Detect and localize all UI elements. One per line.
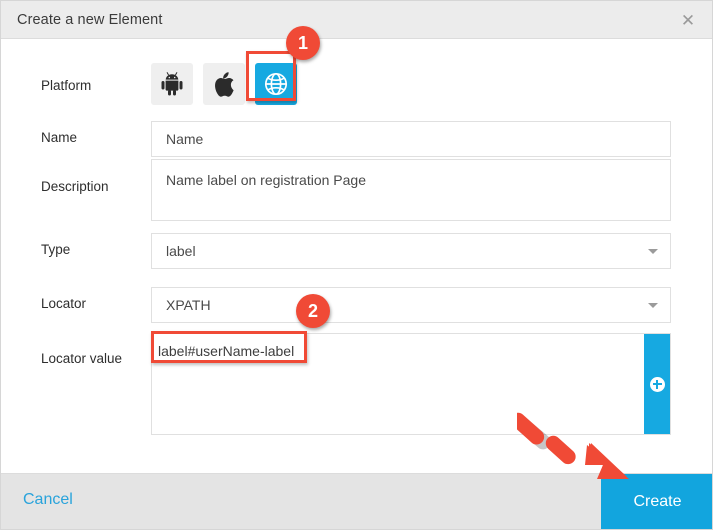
locator-select-value: XPATH	[166, 297, 211, 313]
platform-option-android[interactable]	[151, 63, 193, 105]
annotation-badge-2: 2	[296, 294, 330, 328]
dialog-title: Create a new Element	[17, 12, 162, 28]
type-select[interactable]: label	[151, 233, 671, 269]
description-label: Description	[41, 179, 109, 194]
form-row-platform: Platform	[1, 63, 713, 109]
platform-option-ios[interactable]	[203, 63, 245, 105]
locator-value-label: Locator value	[41, 351, 122, 366]
add-locator-button[interactable]	[644, 334, 670, 434]
locator-label: Locator	[41, 296, 86, 311]
close-icon[interactable]: ✕	[676, 9, 700, 33]
platform-label: Platform	[41, 78, 91, 93]
dashed-arrow-icon	[517, 405, 647, 490]
description-input[interactable]: Name label on registration Page	[151, 159, 671, 221]
chevron-down-icon	[648, 249, 658, 254]
create-element-dialog: Create a new Element ✕ Platform	[0, 0, 713, 530]
dialog-header: Create a new Element ✕	[1, 1, 713, 39]
name-label: Name	[41, 130, 77, 145]
annotation-highlight-platform	[246, 51, 296, 101]
annotation-highlight-locator-value	[151, 331, 307, 363]
apple-icon	[214, 72, 235, 97]
plus-icon	[650, 377, 665, 392]
name-input[interactable]: Name	[151, 121, 671, 157]
type-select-value: label	[166, 243, 196, 259]
type-label: Type	[41, 242, 70, 257]
chevron-down-icon	[648, 303, 658, 308]
annotation-badge-1: 1	[286, 26, 320, 60]
android-icon	[161, 72, 183, 96]
cancel-button[interactable]: Cancel	[23, 491, 73, 509]
locator-select[interactable]: XPATH	[151, 287, 671, 323]
